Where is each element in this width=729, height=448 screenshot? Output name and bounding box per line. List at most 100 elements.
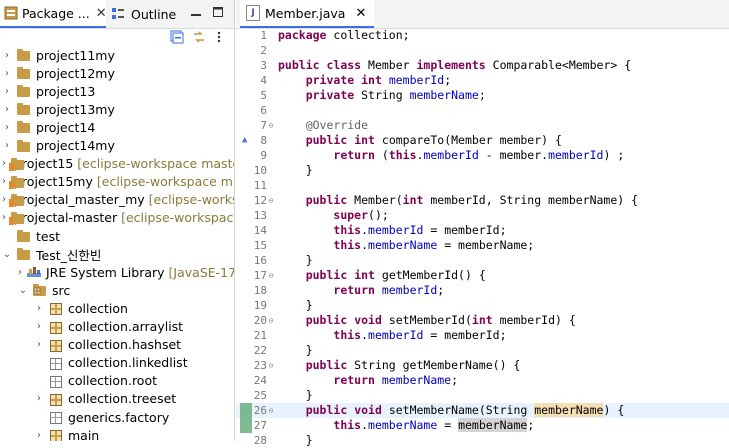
code-line[interactable]: 2	[236, 43, 729, 58]
tree-item[interactable]: › collection.arraylist	[0, 318, 234, 336]
tree-item[interactable]: › project12my	[0, 64, 234, 82]
tab-member-java[interactable]: J Member.java ✕	[240, 0, 375, 28]
fold-toggle-icon[interactable]: ⊖	[267, 358, 275, 373]
chevron-right-icon[interactable]: ›	[18, 267, 22, 278]
code-line[interactable]: 11	[236, 178, 729, 193]
chevron-right-icon[interactable]: ›	[2, 104, 12, 115]
code-line[interactable]: 14 this.memberId = memberId;	[236, 223, 729, 238]
line-number: 18	[253, 284, 267, 297]
fold-toggle-icon[interactable]: ⊖	[267, 313, 275, 328]
code-token: public	[305, 268, 348, 282]
code-text: public int getMemberId() {	[278, 268, 486, 283]
code-line[interactable]: 13 super();	[236, 208, 729, 223]
chevron-right-icon[interactable]: ›	[2, 122, 12, 133]
tree-item-label: test	[36, 228, 61, 244]
code-line[interactable]: 10 }	[236, 163, 729, 178]
code-line[interactable]: 1 package collection;	[236, 28, 729, 43]
chevron-right-icon[interactable]: ›	[34, 430, 44, 441]
tree-item[interactable]: › collection.hashset	[0, 336, 234, 354]
tree-item[interactable]: test	[0, 227, 234, 245]
chevron-right-icon[interactable]: ›	[34, 339, 44, 350]
tree-item[interactable]: › project11my	[0, 46, 234, 64]
tree-item[interactable]: › project15 [eclipse-workspace master]	[0, 155, 234, 173]
tree-item[interactable]: › project13	[0, 82, 234, 100]
fold-toggle-icon[interactable]: ⊖	[267, 403, 275, 418]
empty-package-icon	[48, 374, 64, 388]
chevron-right-icon[interactable]: ›	[2, 194, 6, 205]
tree-item[interactable]: › project14my	[0, 137, 234, 155]
tree-item[interactable]: › collection	[0, 299, 234, 317]
code-line[interactable]: ▲ 8 public int compareTo(Member member) {	[236, 133, 729, 148]
code-line[interactable]: 19 }	[236, 298, 729, 313]
tree-item[interactable]: › project13my	[0, 100, 234, 118]
tree-item[interactable]: › project14	[0, 118, 234, 136]
tree-item[interactable]: collection.root	[0, 372, 234, 390]
tree-item-label: collection.root	[68, 373, 158, 389]
code-line[interactable]: 26 ⊖ public void setMemberName(String mem…	[236, 403, 729, 418]
close-icon[interactable]: ✕	[96, 6, 107, 21]
code-line[interactable]: 18 return memberId;	[236, 283, 729, 298]
tree-item[interactable]: › projectal-master[eclipse-workspace r	[0, 209, 234, 227]
empty-package-icon	[48, 410, 64, 424]
chevron-right-icon[interactable]: ›	[2, 50, 12, 61]
code-line[interactable]: 24 return memberName;	[236, 373, 729, 388]
tab-outline[interactable]: Outline	[111, 0, 176, 28]
chevron-right-icon[interactable]: ›	[2, 176, 6, 187]
fold-toggle-icon[interactable]: ⊖	[267, 268, 275, 283]
chevron-right-icon[interactable]: ›	[2, 68, 12, 79]
tab-package-explorer-label: Package ...	[22, 5, 90, 21]
tree-item-label: project13	[36, 83, 96, 99]
code-line[interactable]: 27 this.memberName = memberName;	[236, 418, 729, 433]
code-line[interactable]: 6	[236, 103, 729, 118]
code-line[interactable]: 17 ⊖ public int getMemberId() {	[236, 268, 729, 283]
chevron-right-icon[interactable]: ›	[34, 321, 44, 332]
code-line[interactable]: 23 ⊖ public String getMemberName() {	[236, 358, 729, 373]
fold-toggle-icon[interactable]: ⊖	[267, 193, 275, 208]
tab-package-explorer[interactable]: Package ... ✕	[0, 0, 107, 28]
code-line[interactable]: 21 this.memberId = memberId;	[236, 328, 729, 343]
code-line[interactable]: 22 }	[236, 343, 729, 358]
code-line[interactable]: 3 public class Member implements Comparab…	[236, 58, 729, 73]
view-menu-icon[interactable]	[216, 30, 230, 44]
tree-item[interactable]: › main	[0, 426, 234, 441]
chevron-right-icon[interactable]: ›	[34, 303, 44, 314]
code-line[interactable]: 5 private String memberName;	[236, 88, 729, 103]
chevron-right-icon[interactable]: ›	[2, 140, 12, 151]
chevron-right-icon[interactable]: ›	[2, 158, 6, 169]
code-line[interactable]: 15 this.memberName = memberName;	[236, 238, 729, 253]
tree-item[interactable]: generics.factory	[0, 408, 234, 426]
code-line[interactable]: 25 }	[236, 388, 729, 403]
collapse-all-icon[interactable]	[170, 30, 184, 44]
chevron-down-icon[interactable]: ⌄	[2, 249, 12, 260]
chevron-right-icon[interactable]: ›	[2, 86, 12, 97]
chevron-down-icon[interactable]: ⌄	[18, 285, 28, 296]
code-line[interactable]: 16 }	[236, 253, 729, 268]
chevron-right-icon[interactable]: ›	[2, 212, 6, 223]
code-line[interactable]: 7 ⊖ @Override	[236, 118, 729, 133]
line-number: 4	[260, 74, 267, 87]
tree-item[interactable]: collection.linkedlist	[0, 354, 234, 372]
tree-item[interactable]: ⌄ src	[0, 281, 234, 299]
link-with-editor-icon[interactable]	[192, 30, 206, 44]
code-text: this.memberName = memberName;	[278, 238, 534, 253]
code-line[interactable]: 12 ⊖ public Member(int memberId, String m…	[236, 193, 729, 208]
code-token: public	[278, 58, 320, 72]
tree-item-label: projectal_master_my	[14, 192, 145, 208]
tree-item[interactable]: › projectal_master_my[eclipse-workspa	[0, 191, 234, 209]
tree-item[interactable]: ⌄ Test_신한빈	[0, 245, 234, 263]
fold-toggle-icon[interactable]: ⊖	[267, 118, 275, 133]
close-icon[interactable]: ✕	[355, 6, 366, 21]
minimize-icon[interactable]	[190, 6, 202, 21]
tree-item[interactable]: › collection.treeset	[0, 390, 234, 408]
code-line[interactable]: 20 ⊖ public void setMemberId(int memberId…	[236, 313, 729, 328]
code-token: memberId	[388, 73, 445, 87]
maximize-icon[interactable]	[212, 6, 224, 21]
tree-item[interactable]: › project15my [eclipse-workspace mas	[0, 173, 234, 191]
code-token: String getMemberName() {	[347, 358, 521, 372]
code-text: package collection;	[278, 28, 410, 43]
tree-item[interactable]: › JRE System Library [JavaSE-17]	[0, 263, 234, 281]
chevron-right-icon[interactable]: ›	[34, 393, 44, 404]
code-line[interactable]: 4 private int memberId;	[236, 73, 729, 88]
code-line[interactable]: 9 return (this.memberId - member.memberI…	[236, 148, 729, 163]
